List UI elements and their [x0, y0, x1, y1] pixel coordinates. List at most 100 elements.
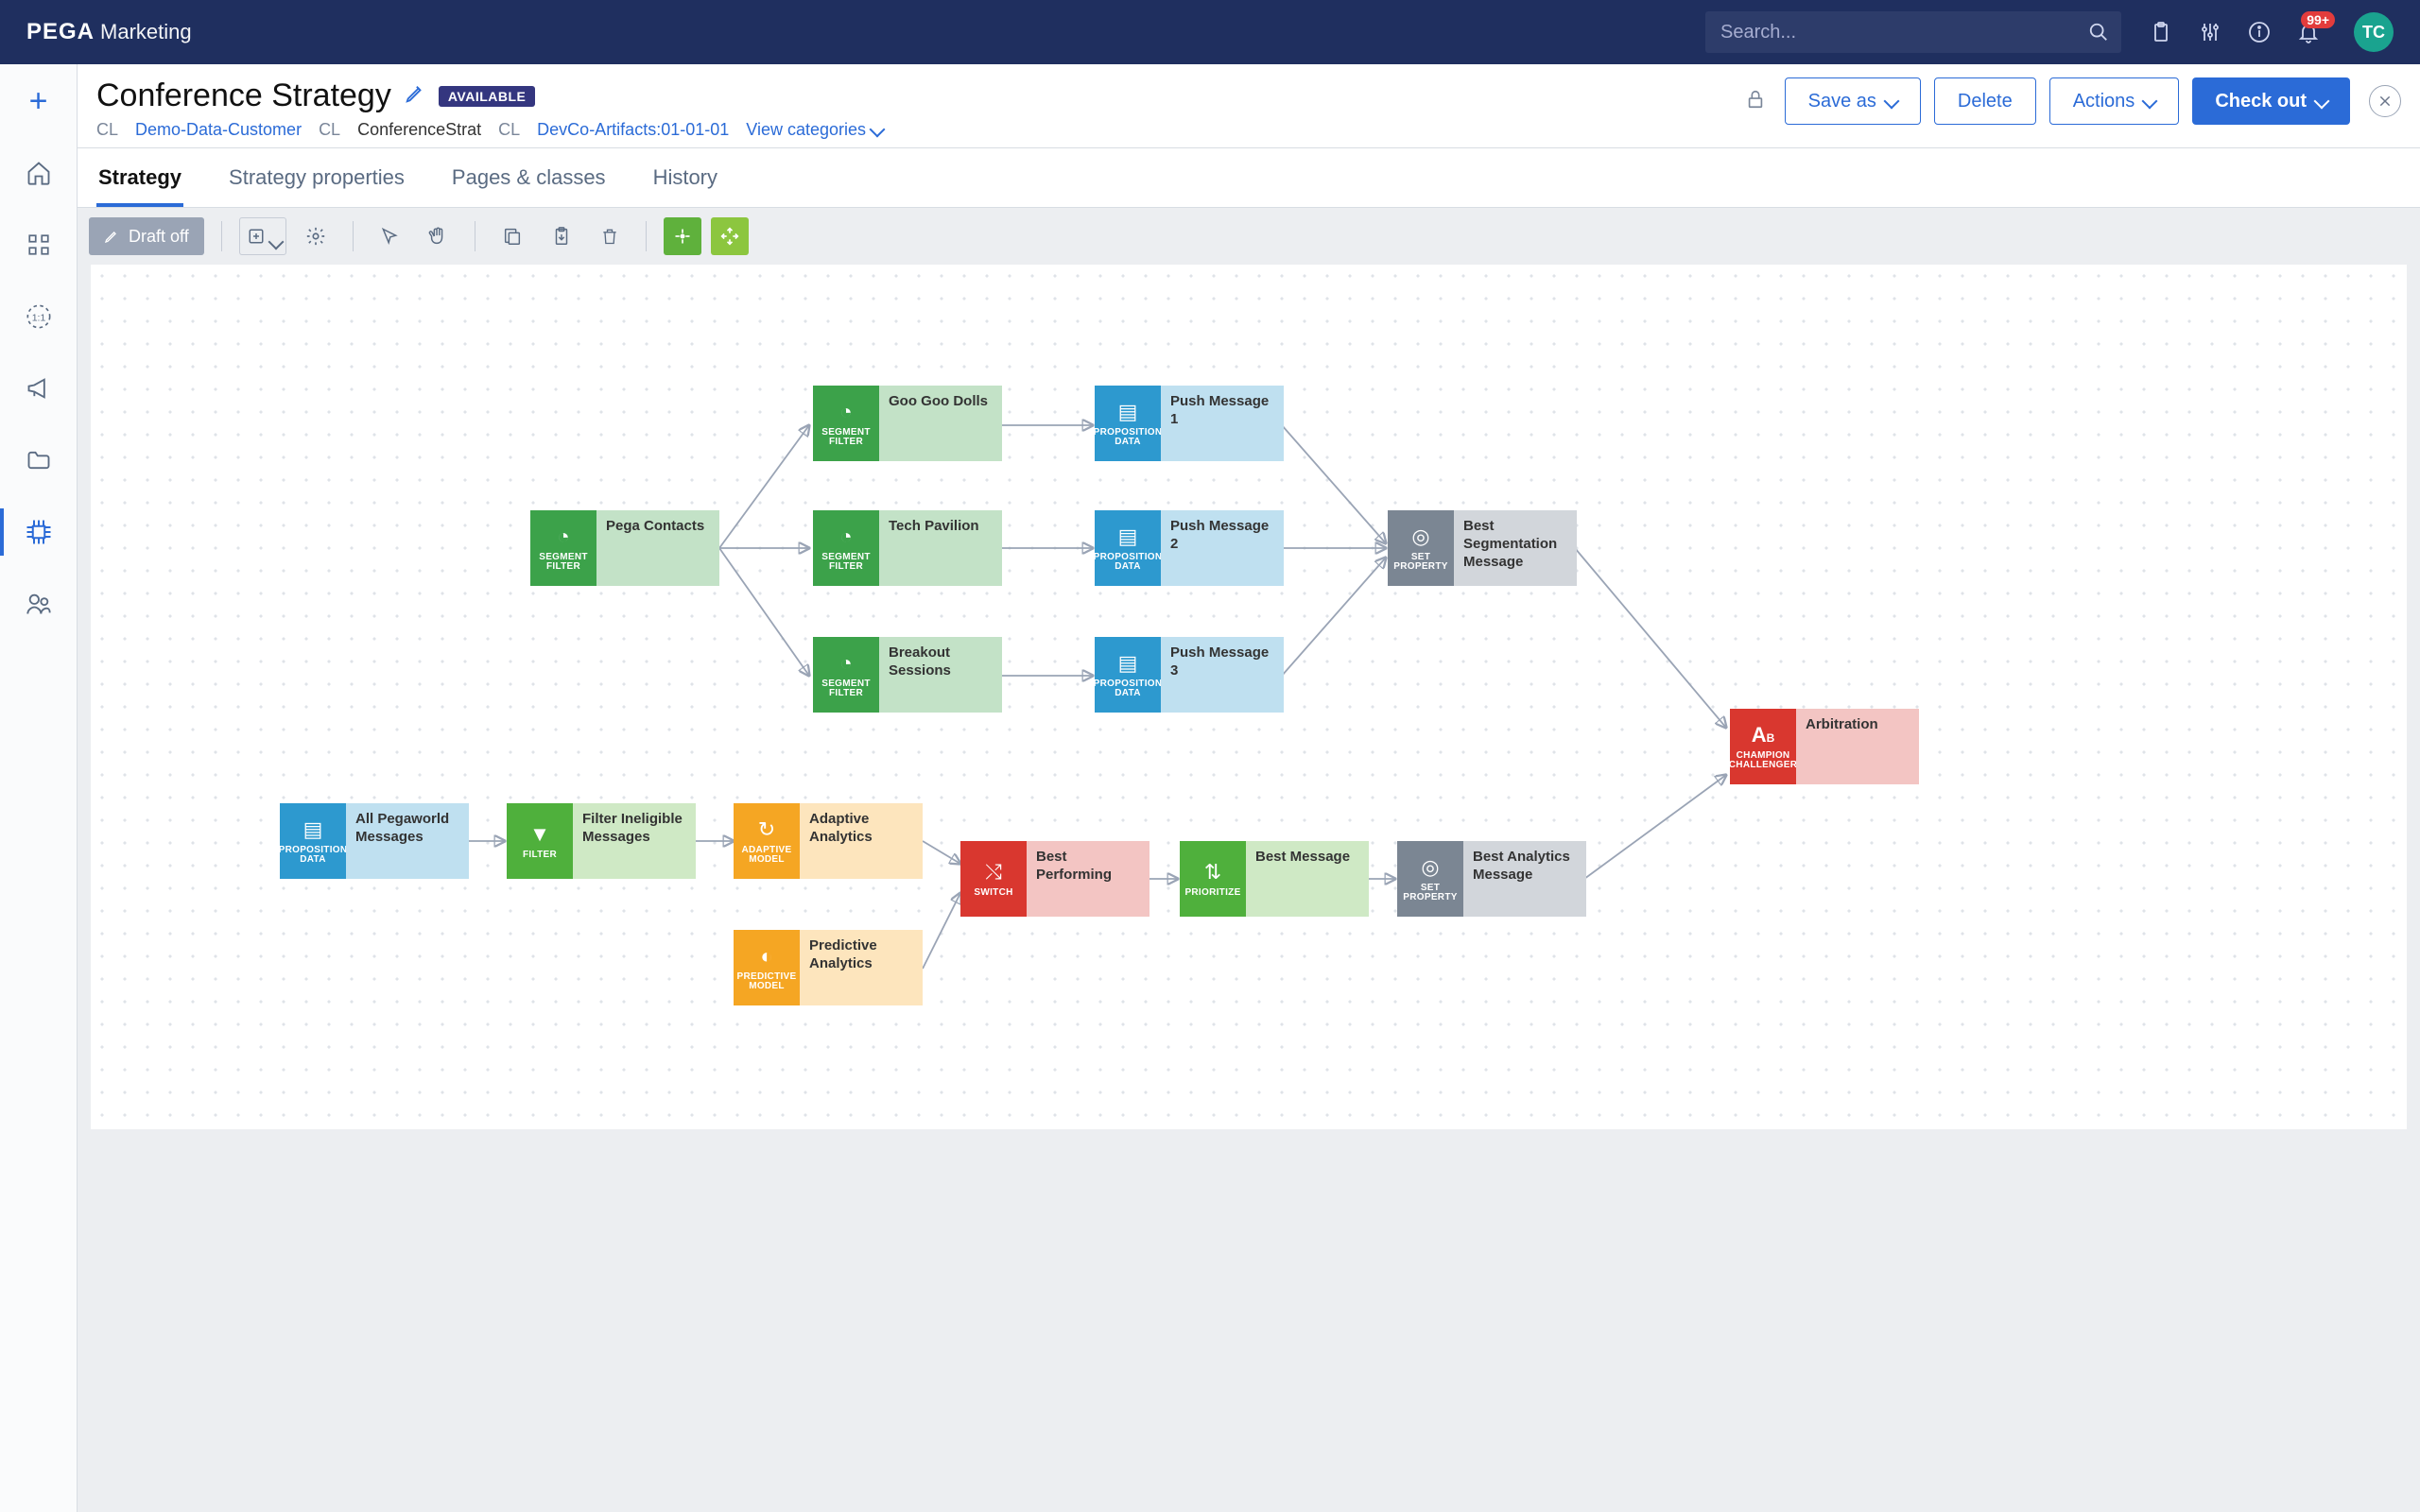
- settings-sliders-button[interactable]: [2197, 19, 2223, 45]
- pan-tool[interactable]: [418, 217, 458, 255]
- delete-label: Delete: [1958, 91, 2013, 112]
- cursor-icon: [380, 227, 399, 246]
- node-push-2[interactable]: ▤PROPOSITION DATA Push Message 2: [1095, 510, 1284, 586]
- top-nav-icons: 99+ TC: [2148, 12, 2394, 52]
- chip-icon: [25, 518, 53, 546]
- node-adaptive-analytics[interactable]: ↻ADAPTIVE MODEL Adaptive Analytics: [734, 803, 923, 879]
- node-goo-goo-dolls[interactable]: ◔SEGMENT FILTER Goo Goo Dolls: [813, 386, 1002, 461]
- search-box[interactable]: [1705, 11, 2121, 53]
- search-icon: [2088, 22, 2109, 43]
- center-icon: [673, 227, 692, 246]
- left-rail: + 1:1: [0, 64, 78, 1512]
- tab-strategy[interactable]: Strategy: [96, 148, 183, 207]
- rail-home[interactable]: [19, 153, 59, 193]
- shape-type-label: PROPOSITION DATA: [1094, 553, 1163, 572]
- delete-button[interactable]: Delete: [1934, 77, 2036, 125]
- chevron-down-icon: [2144, 91, 2155, 112]
- view-categories-button[interactable]: View categories: [746, 120, 883, 140]
- rail-content[interactable]: [19, 440, 59, 480]
- chevron-down-icon: [872, 120, 883, 140]
- chevron-down-icon: [270, 232, 278, 240]
- draft-toggle[interactable]: Draft off: [89, 217, 204, 255]
- cl-label-3: CL: [498, 120, 520, 140]
- delete-shape-button[interactable]: [591, 217, 629, 255]
- sliders-icon: [2199, 20, 2221, 44]
- record-header: Conference Strategy AVAILABLE CL Demo-Da…: [78, 64, 2420, 148]
- node-label: Breakout Sessions: [879, 637, 1002, 713]
- actions-button[interactable]: Actions: [2049, 77, 2180, 125]
- rail-apps[interactable]: [19, 225, 59, 265]
- rail-strategies[interactable]: [19, 512, 59, 552]
- notifications-button[interactable]: 99+: [2295, 19, 2322, 45]
- brand-name: PEGA: [26, 19, 95, 45]
- user-avatar[interactable]: TC: [2354, 12, 2394, 52]
- node-push-3[interactable]: ▤PROPOSITION DATA Push Message 3: [1095, 637, 1284, 713]
- rail-one-to-one[interactable]: 1:1: [19, 297, 59, 336]
- clipboard-button[interactable]: [2148, 19, 2174, 45]
- node-pega-contacts[interactable]: ◔SEGMENT FILTER Pega Contacts: [530, 510, 719, 586]
- availability-badge: AVAILABLE: [439, 86, 536, 107]
- node-filter-ineligible[interactable]: ▼FILTER Filter Ineligible Messages: [507, 803, 696, 879]
- node-label: Predictive Analytics: [800, 930, 923, 1005]
- node-label: Push Message 3: [1161, 637, 1284, 713]
- brand: PEGA Marketing: [26, 19, 192, 45]
- expand-button[interactable]: [711, 217, 749, 255]
- checkout-label: Check out: [2215, 91, 2307, 112]
- add-shape-button[interactable]: [239, 217, 286, 255]
- breadcrumb-ruleset-link[interactable]: DevCo-Artifacts:01-01-01: [537, 120, 729, 140]
- info-icon: [2248, 21, 2271, 43]
- node-best-message[interactable]: ⇅PRIORITIZE Best Message: [1180, 841, 1369, 917]
- node-predictive-analytics[interactable]: ◐PREDICTIVE MODEL Predictive Analytics: [734, 930, 923, 1005]
- rail-campaigns[interactable]: [19, 369, 59, 408]
- node-all-pegaworld[interactable]: ▤PROPOSITION DATA All Pegaworld Messages: [280, 803, 469, 879]
- breadcrumb-customer-link[interactable]: Demo-Data-Customer: [135, 120, 302, 140]
- tab-pages[interactable]: Pages & classes: [450, 148, 608, 207]
- strategy-canvas[interactable]: ◔SEGMENT FILTER Pega Contacts ◔SEGMENT F…: [91, 265, 2407, 1129]
- folder-icon: [26, 447, 52, 473]
- copy-button[interactable]: [493, 217, 532, 255]
- node-breakout-sessions[interactable]: ◔SEGMENT FILTER Breakout Sessions: [813, 637, 1002, 713]
- save-as-button[interactable]: Save as: [1785, 77, 1921, 125]
- node-label: Pega Contacts: [596, 510, 719, 586]
- canvas-toolbar: Draft off: [78, 208, 2420, 265]
- segment-icon: ◔: [839, 651, 852, 676]
- pointer-tool[interactable]: [371, 217, 408, 255]
- tab-history[interactable]: History: [651, 148, 719, 207]
- close-record-button[interactable]: [2369, 85, 2401, 117]
- shape-type-label: PROPOSITION DATA: [1094, 679, 1163, 698]
- segment-icon: ◔: [839, 524, 852, 549]
- clipboard-icon: [2150, 20, 2172, 44]
- info-button[interactable]: [2246, 19, 2273, 45]
- brand-product: Marketing: [100, 20, 192, 44]
- node-tech-pavilion[interactable]: ◔SEGMENT FILTER Tech Pavilion: [813, 510, 1002, 586]
- chevron-down-icon: [1886, 91, 1897, 112]
- node-best-segmentation[interactable]: ◎SET PROPERTY Best Segmentation Message: [1388, 510, 1577, 586]
- edit-title-button[interactable]: [405, 83, 425, 109]
- node-label: Best Analytics Message: [1463, 841, 1586, 917]
- auto-arrange-button[interactable]: [664, 217, 701, 255]
- checkout-button[interactable]: Check out: [2192, 77, 2350, 125]
- shape-type-label: CHAMPION CHALLENGER: [1729, 751, 1797, 770]
- node-best-performing[interactable]: ⤭SWITCH Best Performing: [960, 841, 1150, 917]
- rail-audiences[interactable]: [19, 584, 59, 624]
- shape-type-label: SET PROPERTY: [1390, 553, 1452, 572]
- tab-properties[interactable]: Strategy properties: [227, 148, 406, 207]
- canvas-settings-button[interactable]: [296, 217, 336, 255]
- node-best-analytics[interactable]: ◎SET PROPERTY Best Analytics Message: [1397, 841, 1586, 917]
- shape-type-label: PROPOSITION DATA: [1094, 428, 1163, 447]
- search-input[interactable]: [1705, 11, 2076, 53]
- shape-type-label: SEGMENT FILTER: [815, 428, 877, 447]
- shape-type-label: FILTER: [523, 850, 557, 860]
- champion-icon: AB: [1752, 723, 1775, 747]
- tab-bar: Strategy Strategy properties Pages & cla…: [78, 148, 2420, 208]
- search-button[interactable]: [2076, 11, 2121, 53]
- node-push-1[interactable]: ▤PROPOSITION DATA Push Message 1: [1095, 386, 1284, 461]
- shape-type-label: SWITCH: [974, 888, 1012, 898]
- node-label: Adaptive Analytics: [800, 803, 923, 879]
- rail-create-button[interactable]: +: [19, 81, 59, 121]
- shape-type-label: ADAPTIVE MODEL: [735, 846, 798, 865]
- paste-button[interactable]: [542, 217, 581, 255]
- set-property-icon: ◎: [1411, 524, 1429, 549]
- prioritize-icon: ⇅: [1204, 860, 1221, 885]
- node-arbitration[interactable]: ABCHAMPION CHALLENGER Arbitration: [1730, 709, 1919, 784]
